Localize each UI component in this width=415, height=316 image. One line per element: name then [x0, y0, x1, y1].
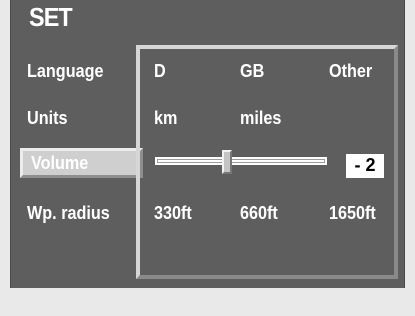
menu-item-units[interactable]: Units: [27, 108, 68, 129]
language-option-d[interactable]: D: [154, 61, 166, 82]
language-option-other[interactable]: Other: [329, 61, 372, 82]
page-title: SET: [29, 2, 73, 32]
volume-value: - 2: [346, 154, 384, 178]
language-option-gb[interactable]: GB: [240, 61, 264, 82]
volume-slider-handle[interactable]: [222, 150, 233, 174]
units-option-miles[interactable]: miles: [240, 108, 281, 129]
wp-radius-option-1650ft[interactable]: 1650ft: [329, 203, 376, 224]
wp-radius-option-660ft[interactable]: 660ft: [240, 203, 278, 224]
device-screen: SET Language Units Volume Wp. radius D G…: [0, 0, 415, 316]
units-option-km[interactable]: km: [154, 108, 177, 129]
menu-item-volume[interactable]: Volume: [20, 148, 143, 178]
menu-item-volume-label: Volume: [31, 153, 89, 173]
volume-slider-track[interactable]: [155, 157, 327, 165]
wp-radius-option-330ft[interactable]: 330ft: [154, 203, 192, 224]
menu-item-wp-radius[interactable]: Wp. radius: [27, 203, 110, 224]
menu-item-language[interactable]: Language: [27, 61, 104, 82]
